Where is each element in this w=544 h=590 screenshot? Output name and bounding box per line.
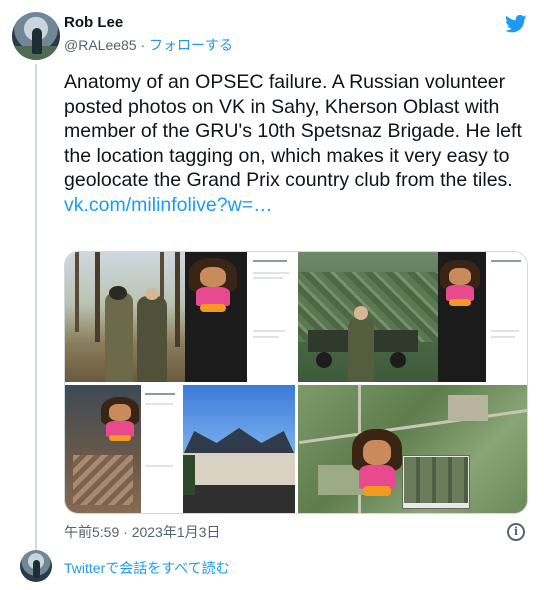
tweet-timestamp[interactable]: 午前5:59 · 2023年1月3日	[64, 522, 220, 542]
tweet-card: Rob Lee @RALee85 · フォローする Anatomy of an …	[0, 0, 544, 590]
author-handle[interactable]: @RALee85	[64, 37, 137, 53]
author-name[interactable]: Rob Lee	[64, 14, 123, 31]
read-conversation-link[interactable]: Twitterで会話をすべて読む	[64, 558, 230, 578]
twitter-bird-icon[interactable]	[505, 14, 527, 34]
handle-separator: ·	[140, 37, 146, 53]
cartoon-sticker	[189, 258, 237, 314]
media-image-1[interactable]	[65, 252, 295, 382]
media-grid[interactable]	[64, 251, 528, 514]
media-image-2[interactable]	[298, 252, 527, 382]
follow-button[interactable]: フォローする	[149, 37, 233, 53]
info-icon[interactable]: i	[507, 523, 525, 541]
tweet-link[interactable]: vk.com/milinfolive?w=…	[64, 193, 524, 218]
thread-line	[35, 64, 37, 554]
tweet-body: Anatomy of an OPSEC failure. A Russian v…	[64, 70, 524, 218]
media-image-4[interactable]	[298, 385, 527, 513]
author-handle-row: @RALee85 · フォローする	[64, 35, 233, 55]
author-avatar[interactable]	[12, 12, 60, 60]
reply-avatar[interactable]	[20, 550, 52, 582]
media-image-3[interactable]	[65, 385, 295, 513]
tweet-text: Anatomy of an OPSEC failure. A Russian v…	[64, 71, 522, 192]
